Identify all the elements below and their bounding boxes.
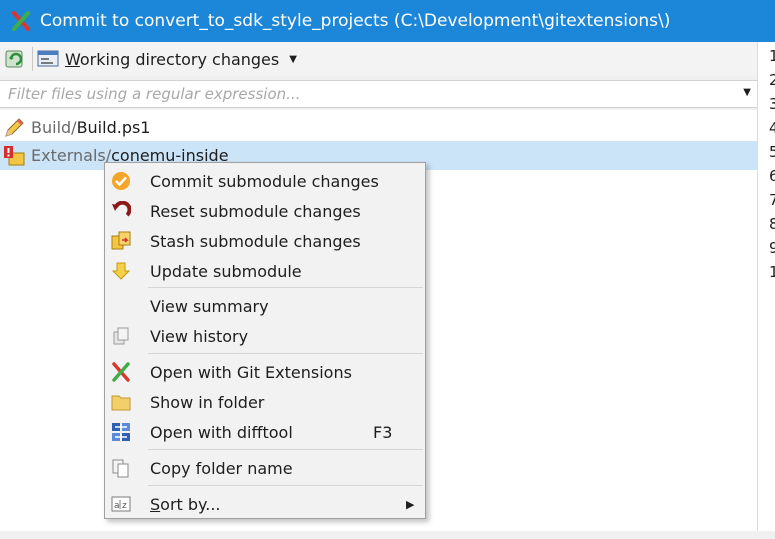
menu-item-label: Sort by... <box>150 494 221 514</box>
bottom-border <box>0 531 775 539</box>
window-titlebar[interactable]: Commit to convert_to_sdk_style_projects … <box>0 0 775 42</box>
menu-item-stash-submodule-changes[interactable]: Stash submodule changes <box>107 226 423 256</box>
submodule-icon <box>4 145 25 165</box>
menu-item-label: View history <box>150 326 249 346</box>
chevron-down-icon: ▼ <box>289 53 297 65</box>
menu-item-label: Open with Git Extensions <box>150 362 352 382</box>
history-icon <box>113 327 129 345</box>
filter-dropdown-icon[interactable]: ▼ <box>743 87 751 98</box>
menu-item-shortcut: F3 <box>373 422 393 442</box>
menu-item-view-summary[interactable]: View summary <box>107 291 423 321</box>
filter-bar: ▼ <box>0 80 757 108</box>
reset-icon <box>112 201 131 217</box>
line-number: 8 <box>769 215 775 233</box>
menu-item-view-history[interactable]: View history <box>107 321 423 351</box>
menu-item-label: Reset submodule changes <box>150 201 361 221</box>
menu-separator <box>148 485 423 486</box>
context-menu: Commit submodule changes Reset submodule… <box>104 162 426 519</box>
file-directory: Build/ <box>31 118 77 137</box>
file-row[interactable]: Build/Build.ps1 <box>0 113 757 142</box>
submenu-arrow-icon: ▶ <box>406 497 415 511</box>
working-directory-label: Working directory changes <box>65 49 280 69</box>
copy-icon <box>112 459 129 478</box>
line-number: 3 <box>769 95 775 113</box>
menu-item-label: View summary <box>150 296 269 316</box>
line-number: 1 <box>769 47 775 65</box>
menu-separator <box>148 287 423 288</box>
line-number: 2 <box>769 71 775 89</box>
pencil-icon <box>5 117 24 137</box>
menu-separator <box>148 353 423 354</box>
filter-input[interactable] <box>0 81 728 107</box>
menu-item-reset-submodule-changes[interactable]: Reset submodule changes <box>107 196 423 226</box>
difftool-icon <box>112 423 130 441</box>
menu-item-sort-by[interactable]: a z Sort by... ▶ <box>107 489 423 519</box>
window-title: Commit to convert_to_sdk_style_projects … <box>40 11 671 31</box>
menu-item-label: Copy folder name <box>150 458 293 478</box>
refresh-icon[interactable] <box>4 47 28 71</box>
line-number: 5 <box>769 143 775 161</box>
working-directory-icon <box>37 50 59 67</box>
check-circle-icon <box>112 172 130 190</box>
menu-separator <box>148 449 423 450</box>
menu-item-show-in-folder[interactable]: Show in folder <box>107 387 423 417</box>
svg-text:z: z <box>122 501 127 511</box>
down-arrow-icon <box>111 262 131 280</box>
menu-item-label: Stash submodule changes <box>150 231 361 251</box>
menu-item-update-submodule[interactable]: Update submodule <box>107 256 423 286</box>
menu-item-open-with-git-extensions[interactable]: Open with Git Extensions <box>107 357 423 387</box>
folder-icon <box>111 395 131 411</box>
line-number: 4 <box>769 119 775 137</box>
working-directory-dropdown[interactable]: Working directory changes ▼ <box>37 49 297 69</box>
git-extensions-icon <box>112 362 130 382</box>
menu-item-label: Commit submodule changes <box>150 171 379 191</box>
file-name: Build.ps1 <box>76 118 151 137</box>
menu-item-commit-submodule-changes[interactable]: Commit submodule changes <box>107 166 423 196</box>
sort-icon: a z <box>111 496 131 512</box>
svg-text:a: a <box>114 501 120 511</box>
menu-item-copy-folder-name[interactable]: Copy folder name <box>107 453 423 483</box>
toolbar: Working directory changes ▼ <box>0 42 757 76</box>
line-number: 9 <box>769 239 775 257</box>
stash-icon <box>111 231 131 250</box>
line-number: 7 <box>769 191 775 209</box>
line-number: 6 <box>769 167 775 185</box>
file-directory: Externals/ <box>31 146 112 165</box>
line-number: 1 <box>769 263 775 281</box>
menu-item-label: Open with difftool <box>150 422 293 442</box>
menu-item-label: Update submodule <box>150 261 302 281</box>
menu-item-open-with-difftool[interactable]: Open with difftool F3 <box>107 417 423 447</box>
toolbar-separator <box>32 47 33 71</box>
diff-line-numbers: 1 2 3 4 5 6 7 8 9 1 <box>757 42 775 531</box>
git-extensions-logo-icon <box>12 11 30 31</box>
menu-item-label: Show in folder <box>150 392 265 412</box>
